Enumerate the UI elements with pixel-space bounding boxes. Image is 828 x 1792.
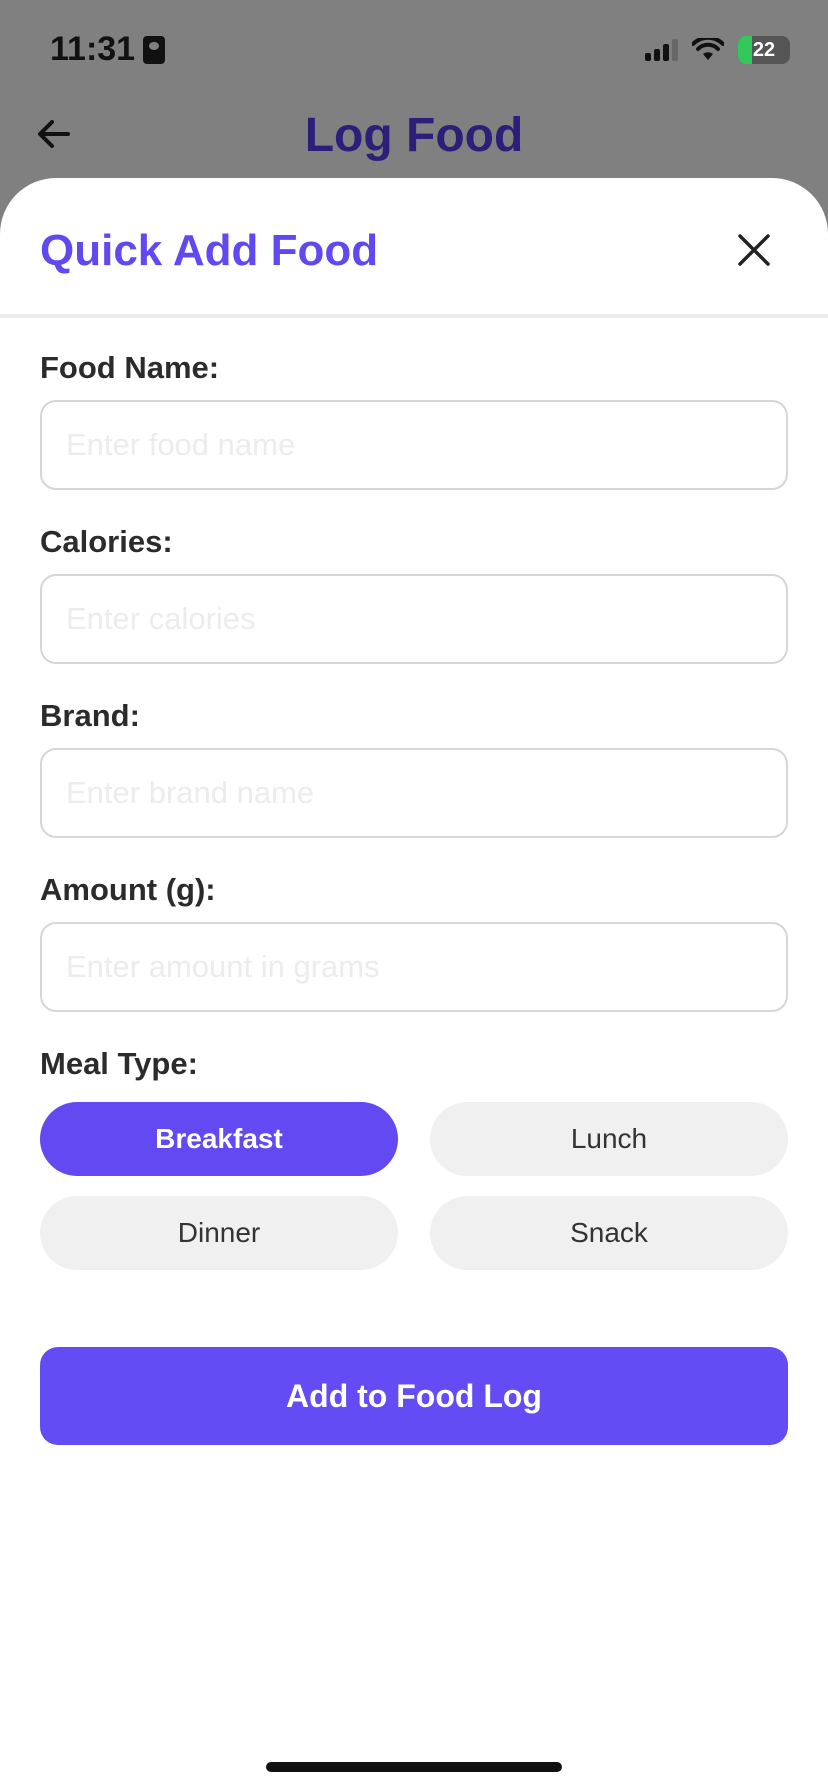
cellular-signal-icon [645, 39, 678, 61]
status-time: 11:31 [50, 30, 166, 69]
meal-type-label: Meal Type: [40, 1046, 198, 1081]
brand-field-wrapper [40, 748, 788, 838]
calories-input[interactable] [66, 601, 786, 637]
amount-input[interactable] [66, 949, 786, 985]
page-title: Log Food [304, 109, 524, 162]
clock-text: 11:31 [50, 30, 136, 68]
sheet-title: Quick Add Food [40, 226, 379, 275]
quick-add-form: Food Name: Calories: Brand: Amount (g): … [40, 350, 788, 1270]
meal-option-breakfast[interactable]: Breakfast [40, 1102, 398, 1176]
brand-input[interactable] [66, 775, 786, 811]
meal-option-dinner[interactable]: Dinner [40, 1196, 398, 1270]
battery-icon: 22 [738, 36, 790, 64]
amount-label: Amount (g): [40, 872, 216, 907]
brand-label: Brand: [40, 698, 140, 733]
battery-level: 22 [752, 38, 776, 61]
quick-add-sheet: Quick Add Food Food Name: Calories: Bran… [0, 178, 828, 1792]
wifi-icon [692, 38, 724, 60]
home-indicator [266, 1762, 562, 1772]
add-to-food-log-button[interactable]: Add to Food Log [40, 1347, 788, 1445]
food-name-input[interactable] [66, 427, 786, 463]
close-icon[interactable] [734, 230, 774, 270]
meal-option-snack[interactable]: Snack [430, 1196, 788, 1270]
status-indicators: 22 [645, 36, 790, 64]
calories-label: Calories: [40, 524, 173, 559]
meal-option-lunch[interactable]: Lunch [430, 1102, 788, 1176]
amount-field-wrapper [40, 922, 788, 1012]
sheet-header: Quick Add Food [0, 178, 828, 318]
status-bar: 11:31 22 [0, 0, 828, 100]
food-name-label: Food Name: [40, 350, 220, 385]
app-header: Log Food [0, 100, 828, 180]
meal-type-selector: Breakfast Lunch Dinner Snack [40, 1102, 788, 1270]
contact-card-icon [143, 35, 166, 64]
calories-field-wrapper [40, 574, 788, 664]
food-name-field-wrapper [40, 400, 788, 490]
